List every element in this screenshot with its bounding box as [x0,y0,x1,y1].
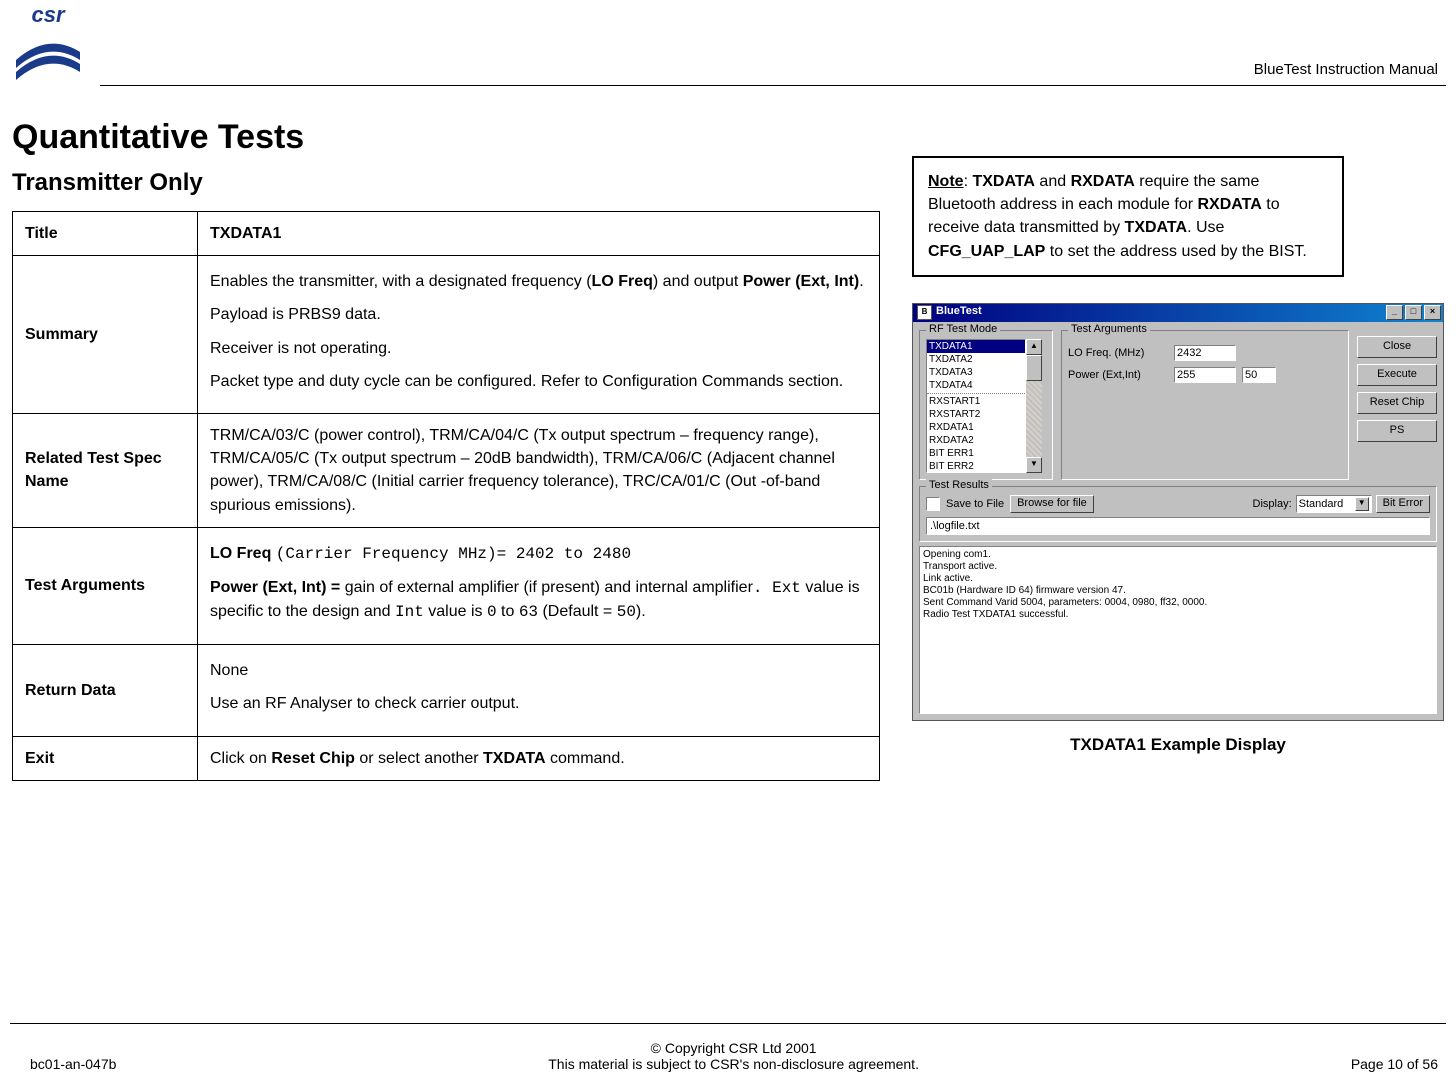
chevron-down-icon: ▼ [1355,497,1369,511]
execute-button[interactable]: Execute [1357,364,1437,386]
copyright: © Copyright CSR Ltd 2001 [651,1040,817,1056]
minimize-button[interactable]: _ [1386,305,1403,320]
note-box: Note: TXDATA and RXDATA require the same… [912,156,1344,277]
row-title-label: Title [13,212,198,256]
list-item[interactable]: BIT ERR2 [927,460,1025,473]
row-title-value: TXDATA1 [198,212,880,256]
row-summary-value: Enables the transmitter, with a designat… [198,256,880,414]
svg-text:csr: csr [31,2,65,27]
save-to-file-label: Save to File [946,498,1004,510]
list-item[interactable]: RXDATA1 [927,421,1025,434]
list-item[interactable]: RXSTART2 [927,408,1025,421]
close-button[interactable]: × [1424,305,1441,320]
figure-caption: TXDATA1 Example Display [912,735,1444,755]
manual-title: BlueTest Instruction Manual [1254,61,1438,78]
log-line: Link active. [923,573,1433,585]
power-ext-input[interactable]: 255 [1174,367,1236,383]
close-action-button[interactable]: Close [1357,336,1437,358]
reset-chip-button[interactable]: Reset Chip [1357,392,1437,414]
bit-error-button[interactable]: Bit Error [1376,495,1430,513]
row-related-label: Related Test Spec Name [13,413,198,527]
test-arguments-group: Test Arguments LO Freq. (MHz) 2432 Power… [1061,330,1349,480]
bluetest-window: B BlueTest _ □ × RF Test Mode TXDATA1 TXD… [912,303,1444,721]
app-icon: B [917,305,932,320]
display-select[interactable]: Standard ▼ [1296,495,1372,513]
list-item[interactable]: TXDATA4 [927,379,1025,392]
action-buttons: Close Execute Reset Chip PS [1357,330,1437,480]
scroll-down-icon[interactable]: ▼ [1026,457,1042,473]
nda-notice: This material is subject to CSR's non-di… [548,1056,919,1072]
row-exit-value: Click on Reset Chip or select another TX… [198,736,880,780]
row-return-label: Return Data [13,645,198,736]
page-footer: bc01-an-047b © Copyright CSR Ltd 2001 Th… [0,1040,1456,1072]
test-mode-listbox[interactable]: TXDATA1 TXDATA2 TXDATA3 TXDATA4 RXSTART1… [926,339,1026,473]
header-rule [100,85,1446,86]
lo-freq-input[interactable]: 2432 [1174,345,1236,361]
save-to-file-checkbox[interactable] [926,497,940,511]
doc-id: bc01-an-047b [30,1056,116,1072]
window-title: BlueTest [936,305,982,317]
group-title-results: Test Results [926,479,992,491]
log-line: BC01b (Hardware ID 64) firmware version … [923,585,1433,597]
list-item[interactable]: TXDATA3 [927,366,1025,379]
log-line: Transport active. [923,561,1433,573]
browse-button[interactable]: Browse for file [1010,495,1094,513]
row-exit-label: Exit [13,736,198,780]
log-path-field[interactable]: .\logfile.txt [926,517,1430,535]
power-label: Power (Ext,Int) [1068,369,1168,381]
log-line: Opening com1. [923,549,1433,561]
page-header: csr BlueTest Instruction Manual [0,0,1456,88]
log-output: Opening com1. Transport active. Link act… [919,546,1437,714]
log-line: Sent Command Varid 5004, parameters: 000… [923,597,1433,609]
section-heading: Quantitative Tests [12,118,882,157]
log-line: Radio Test TXDATA1 successful. [923,609,1433,621]
row-related-value: TRM/CA/03/C (power control), TRM/CA/04/C… [198,413,880,527]
scroll-up-icon[interactable]: ▲ [1026,339,1042,355]
page-number: Page 10 of 56 [1351,1056,1438,1072]
row-args-value: LO Freq (Carrier Frequency MHz)= 2402 to… [198,527,880,645]
spec-table: Title TXDATA1 Summary Enables the transm… [12,211,880,781]
group-title-rfmode: RF Test Mode [926,323,1000,335]
footer-rule [10,1023,1446,1024]
group-title-args: Test Arguments [1068,323,1150,335]
test-results-group: Test Results Save to File Browse for fil… [919,486,1437,542]
list-item[interactable]: RXSTART1 [927,393,1025,408]
listbox-scrollbar[interactable]: ▲ ▼ [1026,339,1042,473]
window-titlebar[interactable]: B BlueTest _ □ × [913,304,1443,322]
list-item[interactable]: TXDATA1 [927,340,1025,353]
rf-test-mode-group: RF Test Mode TXDATA1 TXDATA2 TXDATA3 TXD… [919,330,1053,480]
subsection-heading: Transmitter Only [12,169,882,197]
scroll-thumb[interactable] [1026,355,1042,381]
power-int-input[interactable]: 50 [1242,367,1276,383]
ps-button[interactable]: PS [1357,420,1437,442]
list-item[interactable]: BIT ERR1 [927,447,1025,460]
row-return-value: None Use an RF Analyser to check carrier… [198,645,880,736]
csr-logo: csr [8,2,88,82]
lo-freq-label: LO Freq. (MHz) [1068,347,1168,359]
display-label: Display: [1253,498,1292,510]
maximize-button[interactable]: □ [1405,305,1422,320]
row-args-label: Test Arguments [13,527,198,645]
list-item[interactable]: TXDATA2 [927,353,1025,366]
row-summary-label: Summary [13,256,198,414]
list-item[interactable]: RXDATA2 [927,434,1025,447]
